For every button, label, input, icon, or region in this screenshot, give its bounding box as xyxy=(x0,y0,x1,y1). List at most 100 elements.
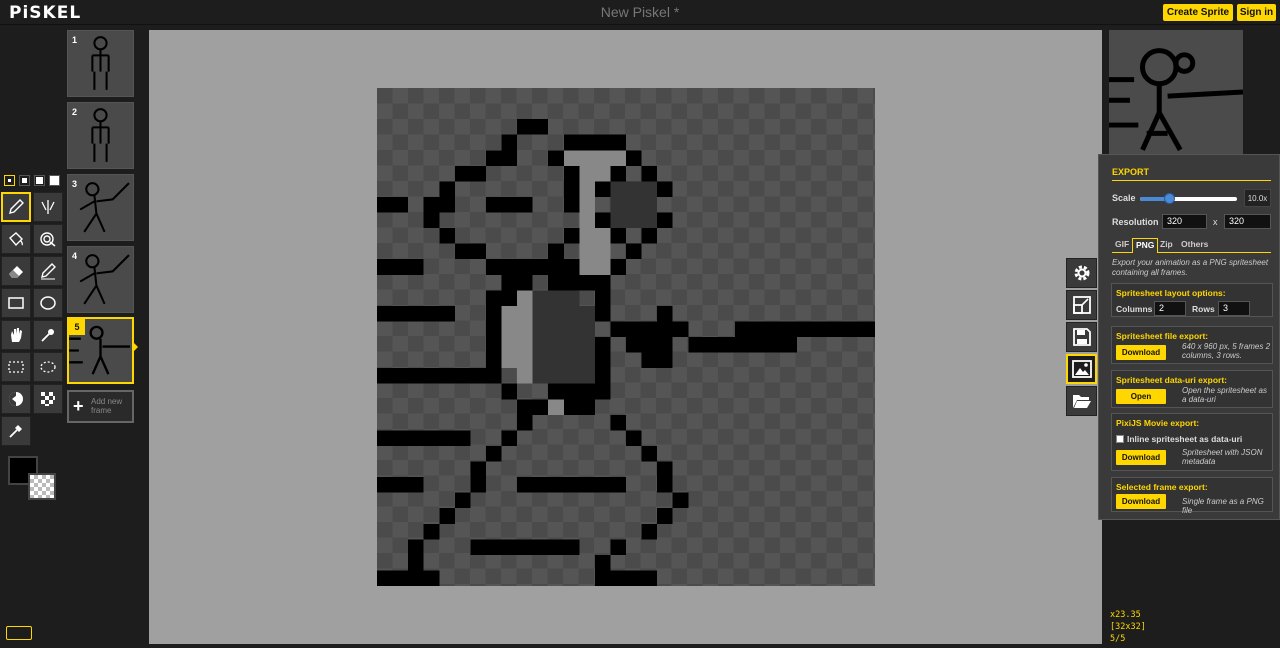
datauri-export-description: Open the spritesheet as a data-uri xyxy=(1182,386,1267,404)
dithering-tool[interactable] xyxy=(33,384,63,414)
gear-icon xyxy=(1074,265,1089,281)
rectangle-tool[interactable] xyxy=(1,288,31,318)
export-title: EXPORT xyxy=(1112,167,1150,177)
scale-label: Scale xyxy=(1112,193,1136,203)
move-tool[interactable] xyxy=(1,320,31,350)
frame-number: 4 xyxy=(72,251,78,261)
frame-thumbnail[interactable]: 2 xyxy=(67,102,134,169)
app-logo[interactable]: PiSKEL xyxy=(9,3,81,23)
file-export-title: Spritesheet file export: xyxy=(1116,331,1209,341)
lighten-icon xyxy=(9,392,23,406)
pen-size-1[interactable] xyxy=(4,175,15,186)
tab-png[interactable]: PNG xyxy=(1132,238,1159,253)
stroke-icon xyxy=(41,263,56,280)
file-export-description: 640 x 960 px, 5 frames 2 columns, 3 rows… xyxy=(1182,342,1271,360)
paint-bucket-icon xyxy=(9,232,24,247)
tab-others[interactable]: Others xyxy=(1178,238,1211,253)
resolution-height-input[interactable]: 320 xyxy=(1224,214,1271,229)
frame-thumbnail[interactable]: 1 xyxy=(67,30,134,97)
frame-number: 1 xyxy=(72,35,78,45)
scale-slider-handle[interactable] xyxy=(1164,193,1176,204)
export-description: Export your animation as a PNG spriteshe… xyxy=(1112,258,1269,277)
rectangle-icon xyxy=(8,297,24,309)
spritesheet-download-button[interactable]: Download xyxy=(1116,345,1166,360)
export-panel: EXPORT Scale 10.0x Resolution 320 x 320 … xyxy=(1098,154,1280,520)
frame-number: 2 xyxy=(72,107,78,117)
add-frame-label: Add new frame xyxy=(91,397,123,415)
vertical-mirror-pen-icon xyxy=(41,200,55,214)
rectangle-selection-tool[interactable] xyxy=(1,352,31,382)
inline-spritesheet-label: Inline spritesheet as data-uri xyxy=(1127,434,1243,444)
plus-icon: + xyxy=(73,396,84,416)
sign-in-button[interactable]: Sign in xyxy=(1237,4,1276,21)
save-button[interactable] xyxy=(1066,322,1097,352)
resize-button[interactable] xyxy=(1066,290,1097,320)
pixi-download-button[interactable]: Download xyxy=(1116,450,1166,465)
shape-selection-icon xyxy=(41,329,54,342)
pen-size-2[interactable] xyxy=(19,175,30,186)
resolution-label: Resolution xyxy=(1112,217,1159,227)
lasso-selection-icon xyxy=(40,361,56,373)
frame-thumbnail[interactable]: 3 xyxy=(67,174,134,241)
paint-same-color-tool[interactable] xyxy=(33,224,63,254)
frame-export-title: Selected frame export: xyxy=(1116,482,1208,492)
selected-frame-export-section: Selected frame export: Download Single f… xyxy=(1111,477,1273,515)
columns-label: Columns xyxy=(1116,304,1153,314)
floppy-disk-icon xyxy=(1072,328,1091,346)
columns-input[interactable]: 2 xyxy=(1154,301,1186,316)
paint-same-color-icon xyxy=(40,232,56,247)
scale-slider[interactable] xyxy=(1140,193,1237,204)
pen-icon xyxy=(9,199,24,214)
frame-thumbnail[interactable]: 4 xyxy=(67,246,134,313)
paint-bucket-tool[interactable] xyxy=(1,224,31,254)
lasso-selection-tool[interactable] xyxy=(33,352,63,382)
move-icon xyxy=(11,328,22,342)
export-tabs: GIF PNG Zip Others xyxy=(1112,236,1271,253)
export-button[interactable] xyxy=(1066,354,1097,384)
inline-spritesheet-checkbox[interactable] xyxy=(1116,435,1124,443)
open-button[interactable] xyxy=(1066,386,1097,416)
export-divider xyxy=(1112,180,1271,181)
vertical-mirror-pen-tool[interactable] xyxy=(33,192,63,222)
drawing-canvas[interactable] xyxy=(377,88,875,586)
rows-input[interactable]: 3 xyxy=(1218,301,1250,316)
animation-preview[interactable] xyxy=(1109,30,1243,154)
shape-selection-tool[interactable] xyxy=(33,320,63,350)
circle-icon xyxy=(40,296,56,310)
dithering-icon xyxy=(41,392,55,406)
frame-thumbnail-selected[interactable]: 5 xyxy=(67,317,134,384)
image-icon xyxy=(1071,360,1092,378)
pen-size-selector xyxy=(4,175,60,186)
pen-tool[interactable] xyxy=(1,192,31,222)
pen-size-3[interactable] xyxy=(34,175,45,186)
frame-1-preview xyxy=(91,36,110,90)
add-frame-button[interactable]: + Add new frame xyxy=(67,390,134,423)
datauri-open-button[interactable]: Open xyxy=(1116,389,1166,404)
eraser-tool[interactable] xyxy=(1,256,31,286)
rectangle-selection-icon xyxy=(8,361,24,373)
tab-zip[interactable]: Zip xyxy=(1157,238,1176,253)
color-picker-tool[interactable] xyxy=(1,416,31,446)
settings-button[interactable] xyxy=(1066,258,1097,288)
resolution-width-input[interactable]: 320 xyxy=(1162,214,1207,229)
layout-options-title: Spritesheet layout options: xyxy=(1116,288,1226,298)
keyboard-shortcuts-icon[interactable] xyxy=(6,626,32,640)
resize-icon xyxy=(1072,296,1091,314)
circle-tool[interactable] xyxy=(33,288,63,318)
resolution-separator: x xyxy=(1213,217,1218,227)
color-picker-icon xyxy=(9,425,22,438)
color-swatches xyxy=(8,456,58,502)
lighten-tool[interactable] xyxy=(1,384,31,414)
secondary-color[interactable] xyxy=(28,473,56,500)
frame-download-button[interactable]: Download xyxy=(1116,494,1166,509)
pen-size-4[interactable] xyxy=(49,175,60,186)
scale-value: 10.0x xyxy=(1244,189,1271,207)
datauri-export-title: Spritesheet data-uri export: xyxy=(1116,375,1227,385)
sprite-pixels xyxy=(377,119,875,586)
top-bar: PiSKEL New Piskel * Create Sprite Sign i… xyxy=(0,0,1280,25)
create-sprite-button[interactable]: Create Sprite xyxy=(1163,4,1233,21)
spritesheet-file-export-section: Spritesheet file export: Download 640 x … xyxy=(1111,326,1273,364)
stroke-tool[interactable] xyxy=(33,256,63,286)
drawing-workspace[interactable] xyxy=(149,30,1102,644)
tab-gif[interactable]: GIF xyxy=(1112,238,1132,253)
